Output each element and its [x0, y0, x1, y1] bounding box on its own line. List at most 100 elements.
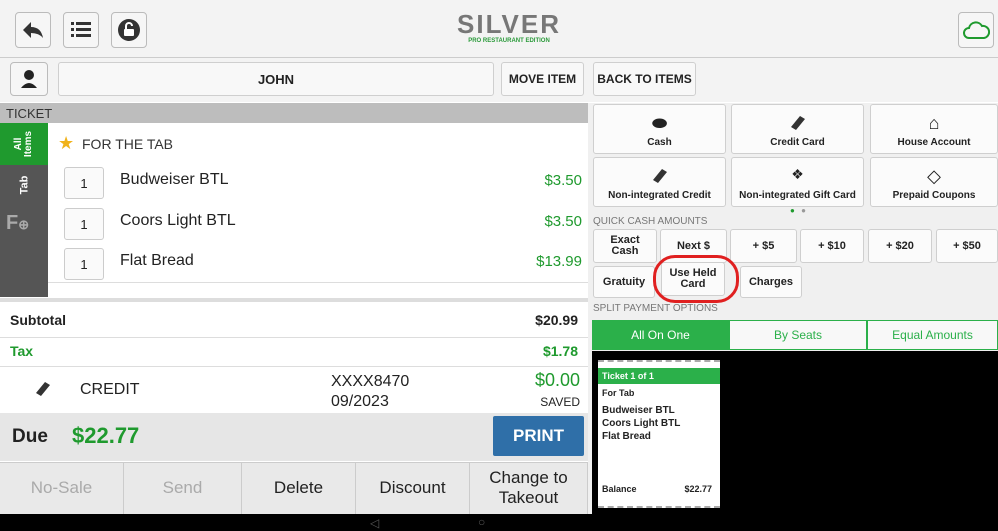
list-icon: [71, 22, 91, 37]
no-sale-button[interactable]: No-Sale: [0, 462, 124, 514]
non-integrated-credit-label: Non-integrated Credit: [608, 190, 711, 201]
subtotal-label: Subtotal: [10, 312, 66, 328]
payment-card-exp: 09/2023: [331, 393, 389, 410]
star-icon: ★: [58, 133, 75, 153]
totals-divider: [0, 337, 588, 338]
credit-card-icon: [791, 116, 805, 130]
credit-card-button[interactable]: Credit Card: [731, 104, 864, 154]
ticket-header-label: TICKET: [6, 106, 53, 121]
cloud-sync-button[interactable]: [958, 12, 994, 48]
back-button[interactable]: [15, 12, 51, 48]
receipt-title: For Tab: [602, 388, 635, 398]
ticket-group-label: FOR THE TAB: [82, 136, 174, 152]
ticket-header: TICKET: [0, 103, 588, 123]
ticket-item-row[interactable]: 1 Coors Light BTL $3.50: [48, 201, 588, 243]
item-price: $3.50: [544, 172, 582, 189]
ticket-item-row[interactable]: 1 Flat Bread $13.99: [48, 241, 588, 283]
brand-logo: SILVER PRO RESTAURANT EDITION: [449, 10, 569, 50]
nav-home-icon[interactable]: ○: [478, 515, 485, 529]
customer-name[interactable]: JOHN: [58, 62, 494, 96]
house-account-label: House Account: [897, 137, 971, 148]
item-qty[interactable]: 1: [64, 248, 104, 280]
person-icon: [21, 70, 37, 88]
item-price: $3.50: [544, 213, 582, 230]
house-icon: ⌂: [928, 113, 940, 133]
cash-icon: ⬬: [651, 113, 668, 133]
payment-type: CREDIT: [80, 381, 140, 398]
receipt-item: Flat Bread: [602, 431, 651, 442]
move-item-button[interactable]: MOVE ITEM: [501, 62, 584, 96]
tab-all-items[interactable]: All Items: [0, 123, 48, 165]
item-qty[interactable]: 1: [64, 167, 104, 199]
pos-screen: SILVER PRO RESTAURANT EDITION JOHN MOVE …: [0, 0, 998, 531]
item-price: $13.99: [536, 253, 582, 270]
tax-value: $1.78: [542, 343, 578, 359]
cash-label: Cash: [647, 137, 672, 148]
brand-name: SILVER: [457, 9, 561, 39]
prepaid-coupons-label: Prepaid Coupons: [892, 190, 976, 201]
receipt-header: Ticket 1 of 1: [598, 368, 720, 384]
tab-tab-label: Tab: [18, 175, 30, 195]
add-fire-icon[interactable]: F⊕: [6, 212, 42, 240]
receipt-item: Coors Light BTL: [602, 418, 681, 429]
split-payment-title: SPLIT PAYMENT OPTIONS: [593, 303, 718, 314]
customer-button[interactable]: [10, 62, 48, 96]
credit-card-icon: [653, 169, 667, 183]
item-name: Budweiser BTL: [120, 171, 229, 188]
quick-cash-button[interactable]: + $5: [730, 229, 797, 263]
ticket-item-row[interactable]: 1 Budweiser BTL $3.50: [48, 160, 588, 202]
delete-button[interactable]: Delete: [242, 462, 356, 514]
payment-amount: $0.00: [534, 370, 580, 390]
quick-cash-title: QUICK CASH AMOUNTS: [593, 216, 708, 227]
lock-button[interactable]: [111, 12, 147, 48]
non-integrated-gift-card-button[interactable]: ❖ Non-integrated Gift Card: [731, 157, 864, 207]
house-account-button[interactable]: ⌂ House Account: [870, 104, 998, 154]
gratuity-button[interactable]: Gratuity: [593, 266, 655, 298]
receipt-item: Budweiser BTL: [602, 405, 675, 416]
discount-button[interactable]: Discount: [356, 462, 470, 514]
split-option-by-seats[interactable]: By Seats: [729, 320, 867, 350]
quick-cash-button[interactable]: + $20: [868, 229, 932, 263]
item-name: Coors Light BTL: [120, 212, 236, 229]
charges-button[interactable]: Charges: [740, 266, 802, 298]
credit-card-label: Credit Card: [770, 137, 825, 148]
non-integrated-credit-button[interactable]: Non-integrated Credit: [593, 157, 726, 207]
receipt-balance-value: $22.77: [684, 484, 712, 494]
quick-cash-button[interactable]: Exact Cash: [593, 229, 657, 263]
send-button[interactable]: Send: [124, 462, 242, 514]
split-option-equal-amounts[interactable]: Equal Amounts: [867, 320, 998, 350]
tab-all-items-label: All Items: [13, 130, 34, 158]
tab-tab[interactable]: Tab: [0, 165, 48, 205]
split-option-all-on-one[interactable]: All On One: [592, 320, 729, 350]
non-integrated-gift-card-label: Non-integrated Gift Card: [739, 190, 856, 201]
ticket-divider: [0, 298, 588, 302]
due-label: Due: [12, 426, 48, 447]
cloud-icon: [963, 21, 990, 39]
use-held-card-highlight: [653, 255, 739, 303]
menu-list-button[interactable]: [63, 12, 99, 48]
quick-cash-button[interactable]: + $10: [800, 229, 864, 263]
subtotal-value: $20.99: [535, 312, 578, 328]
credit-card-icon: [36, 382, 50, 396]
cash-button[interactable]: ⬬ Cash: [593, 104, 726, 154]
tax-label: Tax: [10, 343, 34, 359]
payment-status: SAVED: [540, 395, 580, 409]
back-to-items-button[interactable]: BACK TO ITEMS: [593, 62, 696, 96]
payment-line[interactable]: CREDIT XXXX8470 09/2023 $0.00 SAVED: [0, 367, 588, 413]
change-to-takeout-button[interactable]: Change to Takeout: [470, 462, 588, 514]
quick-cash-button[interactable]: + $50: [936, 229, 998, 263]
receipt-card[interactable]: Ticket 1 of 1 For Tab Budweiser BTL Coor…: [598, 360, 720, 508]
coupon-icon: ◇: [927, 166, 941, 186]
lock-icon: [118, 19, 140, 41]
item-name: Flat Bread: [120, 252, 194, 269]
print-button[interactable]: PRINT: [493, 416, 584, 456]
payment-card-number: XXXX8470: [331, 373, 410, 390]
system-nav-bar: ◁ ○: [0, 514, 998, 531]
prepaid-coupons-button[interactable]: ◇ Prepaid Coupons: [870, 157, 998, 207]
due-value: $22.77: [72, 423, 140, 448]
back-arrow-icon: [23, 22, 43, 38]
nav-back-icon[interactable]: ◁: [370, 516, 379, 530]
item-qty[interactable]: 1: [64, 208, 104, 240]
receipt-balance-label: Balance: [602, 484, 637, 494]
gift-card-icon: ❖: [791, 166, 804, 182]
